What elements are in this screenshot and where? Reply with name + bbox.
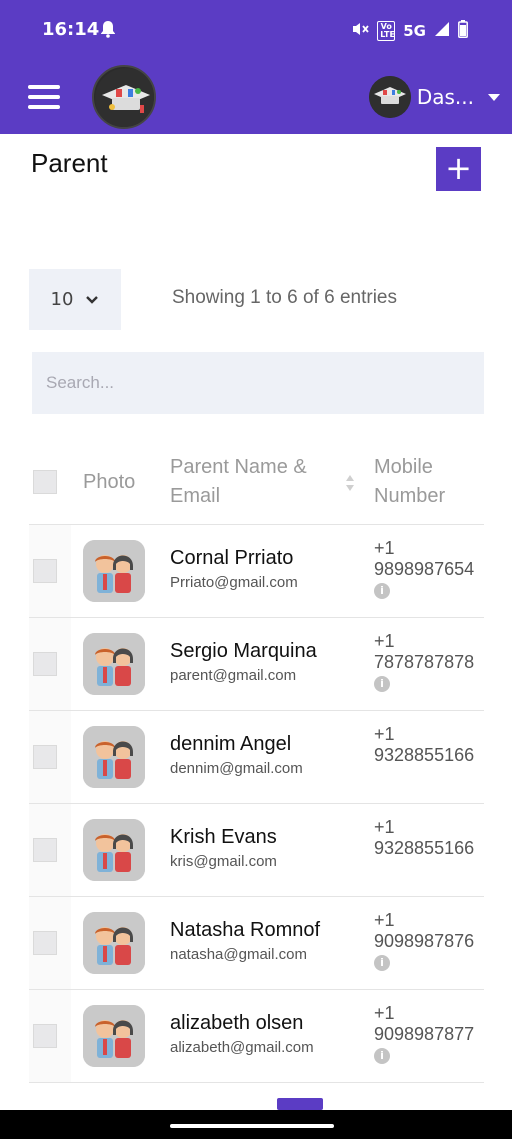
- mobile-number: +1 9898987654: [374, 538, 484, 580]
- table-row[interactable]: alizabeth olsen alizabeth@gmail.com +1 90…: [29, 990, 484, 1083]
- parent-name: alizabeth olsen: [170, 1012, 304, 1034]
- column-mobile-number: Mobile Number: [374, 456, 446, 507]
- home-gesture-handle[interactable]: [170, 1124, 334, 1128]
- row-checkbox[interactable]: [33, 652, 57, 676]
- user-avatar: [368, 76, 411, 118]
- page-length-value: 10: [50, 289, 74, 310]
- user-menu[interactable]: Das...: [368, 76, 500, 118]
- school-logo[interactable]: [92, 65, 156, 129]
- parent-avatar-icon: [83, 1005, 145, 1067]
- mobile-number: +1 9098987876: [374, 910, 484, 952]
- parent-avatar-icon: [83, 726, 145, 788]
- parent-name: Krish Evans: [170, 826, 277, 848]
- row-checkbox[interactable]: [33, 931, 57, 955]
- menu-icon[interactable]: [28, 85, 60, 109]
- network-type: 5G: [403, 22, 426, 40]
- country-code: +1: [374, 1003, 395, 1023]
- table-row[interactable]: Sergio Marquina parent@gmail.com +1 78787…: [29, 618, 484, 711]
- table-row[interactable]: dennim Angel dennim@gmail.com +1 93288551…: [29, 711, 484, 804]
- volte-icon: Vo LTE: [377, 21, 396, 41]
- info-icon[interactable]: i: [374, 1048, 390, 1064]
- status-icons: Vo LTE 5G: [351, 20, 468, 42]
- parent-name: Natasha Romnof: [170, 919, 321, 941]
- country-code: +1: [374, 910, 395, 930]
- table-row[interactable]: Krish Evans kris@gmail.com +1 9328855166: [29, 804, 484, 897]
- info-icon[interactable]: i: [374, 676, 390, 692]
- table-row[interactable]: Natasha Romnof natasha@gmail.com +1 90989…: [29, 897, 484, 990]
- mobile-digits: 9328855166: [374, 838, 475, 858]
- search-input[interactable]: [32, 352, 484, 414]
- table-row[interactable]: Cornal Prriato Prriato@gmail.com +1 98989…: [29, 525, 484, 618]
- signal-icon: [434, 21, 450, 41]
- parent-name: Sergio Marquina: [170, 640, 317, 662]
- page-title: Parent: [31, 148, 108, 178]
- select-all-checkbox[interactable]: [33, 470, 57, 494]
- sort-icon[interactable]: [345, 474, 355, 496]
- mobile-digits: 7878787878: [374, 652, 475, 672]
- parent-email: dennim@gmail.com: [170, 760, 303, 777]
- app-bar: Das...: [0, 60, 512, 134]
- parent-email: natasha@gmail.com: [170, 946, 307, 963]
- mobile-digits: 9098987876: [374, 931, 475, 951]
- row-checkbox[interactable]: [33, 745, 57, 769]
- mobile-digits: 9098987877: [374, 1024, 475, 1044]
- mobile-digits: 9328855166: [374, 745, 475, 765]
- mobile-number: +1 9328855166: [374, 817, 484, 859]
- parent-avatar-icon: [83, 633, 145, 695]
- mobile-number: +1 7878787878: [374, 631, 484, 673]
- mobile-number: +1 9328855166: [374, 724, 484, 766]
- country-code: +1: [374, 631, 395, 651]
- chevron-down-icon: [85, 289, 99, 310]
- column-parent-name-email[interactable]: Parent Name & Email: [170, 453, 340, 511]
- entries-info: Showing 1 to 6 of 6 entries: [172, 287, 397, 308]
- parent-avatar-icon: [83, 912, 145, 974]
- pagination-button[interactable]: [277, 1098, 323, 1110]
- row-checkbox[interactable]: [33, 838, 57, 862]
- bell-icon: [100, 20, 116, 42]
- add-parent-button[interactable]: +: [436, 147, 481, 191]
- country-code: +1: [374, 724, 395, 744]
- mobile-digits: 9898987654: [374, 559, 475, 579]
- user-name: Das...: [416, 85, 474, 109]
- parent-avatar-icon: [83, 540, 145, 602]
- parent-name: dennim Angel: [170, 733, 292, 755]
- parent-email: alizabeth@gmail.com: [170, 1039, 314, 1056]
- parents-table: Photo Parent Name & Email Mobile Number …: [29, 440, 484, 1083]
- country-code: +1: [374, 817, 395, 837]
- page-length-select[interactable]: 10: [29, 269, 121, 330]
- table-header: Photo Parent Name & Email Mobile Number: [29, 440, 484, 525]
- parent-email: parent@gmail.com: [170, 667, 297, 684]
- parent-email: Prriato@gmail.com: [170, 574, 298, 591]
- battery-icon: [458, 20, 468, 42]
- row-checkbox[interactable]: [33, 1024, 57, 1048]
- mobile-number: +1 9098987877: [374, 1003, 484, 1045]
- column-photo: Photo: [83, 471, 136, 493]
- caret-down-icon: [488, 93, 500, 101]
- info-icon[interactable]: i: [374, 583, 390, 599]
- status-bar: 16:14 Vo LTE 5G: [0, 0, 512, 60]
- country-code: +1: [374, 538, 395, 558]
- row-checkbox[interactable]: [33, 559, 57, 583]
- parent-name: Cornal Prriato: [170, 547, 294, 569]
- status-time: 16:14: [42, 19, 100, 40]
- mute-icon: [351, 21, 369, 41]
- parent-email: kris@gmail.com: [170, 853, 277, 870]
- parent-avatar-icon: [83, 819, 145, 881]
- system-nav-bar: [0, 1110, 512, 1139]
- info-icon[interactable]: i: [374, 955, 390, 971]
